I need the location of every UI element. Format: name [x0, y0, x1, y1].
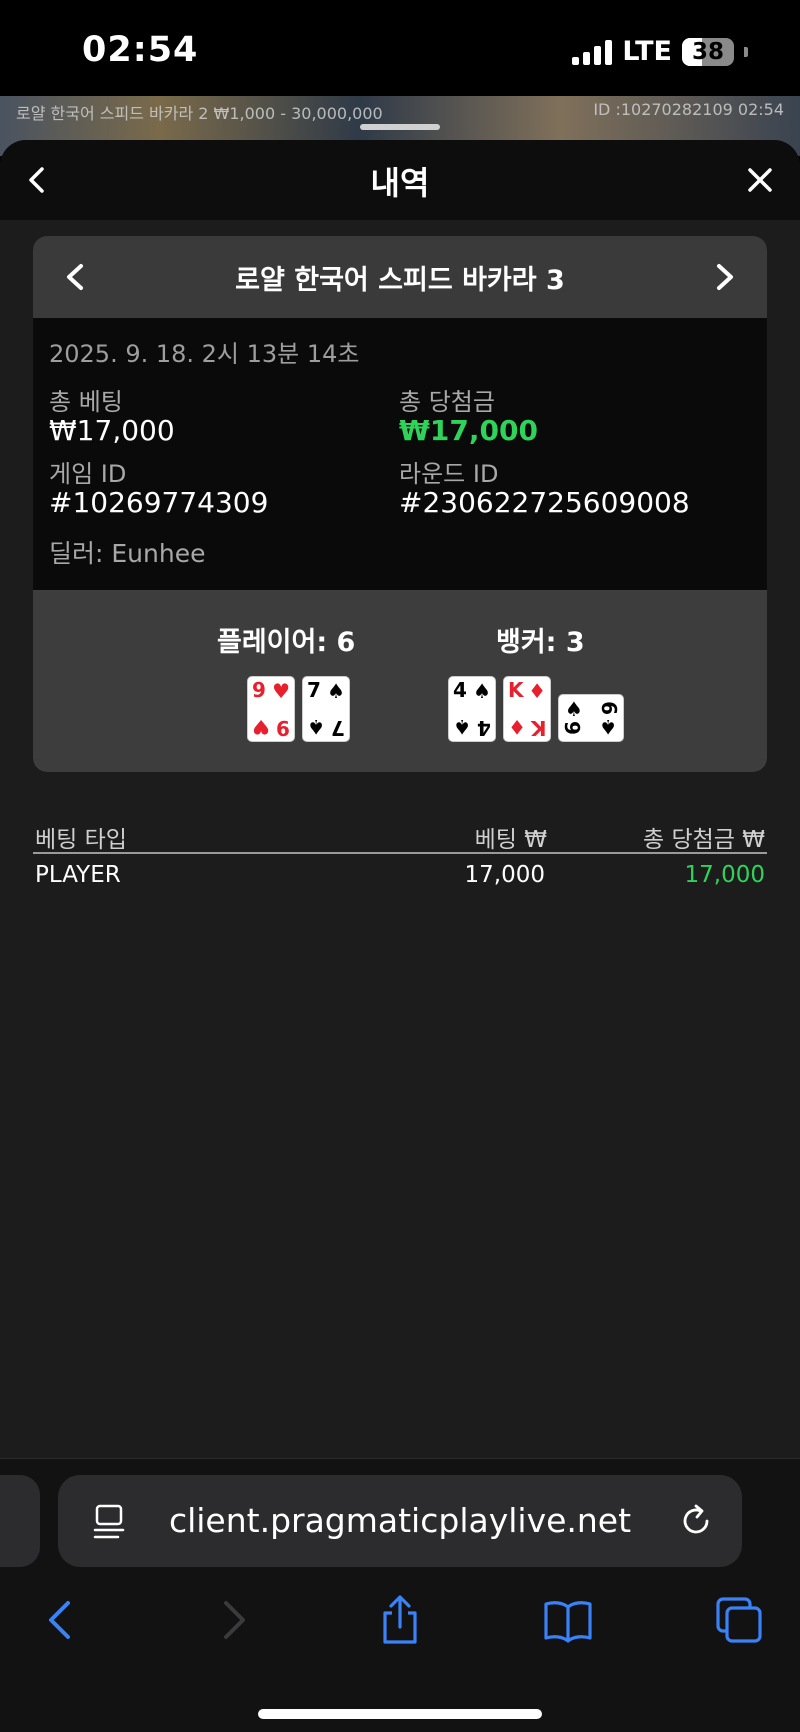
round-id-value: #230622725609008	[399, 486, 690, 519]
total-bet-value: ₩17,000	[49, 414, 175, 447]
history-sheet: 내역 로얄 한국어 스피드 바카라 3 2025. 9. 18. 2시 13분 …	[0, 140, 800, 1458]
game-nav: 로얄 한국어 스피드 바카라 3	[33, 236, 767, 318]
bets-table: 베팅 타입 베팅 ₩ 총 당첨금 ₩ PLAYER 17,000 17,000	[33, 810, 767, 898]
banker-card-2: K ♦ ♦ K	[503, 676, 551, 742]
network-type: LTE	[622, 36, 672, 67]
address-bar[interactable]: client.pragmaticplaylive.net	[58, 1475, 742, 1567]
close-icon[interactable]	[742, 162, 778, 198]
table-header: 베팅 타입 베팅 ₩ 총 당첨금 ₩	[33, 810, 767, 854]
previous-tab-peek[interactable]	[0, 1475, 40, 1567]
total-win-label: 총 당첨금	[399, 388, 495, 416]
game-id-label: 게임 ID	[49, 460, 127, 488]
row-bet-amount: 17,000	[464, 862, 545, 888]
background-game-id: ID :10270282109 02:54	[593, 100, 784, 119]
sheet-drag-handle[interactable]	[360, 124, 440, 130]
bookmarks-icon[interactable]	[543, 1595, 593, 1645]
game-round-card: 로얄 한국어 스피드 바카라 3 2025. 9. 18. 2시 13분 14초…	[33, 236, 767, 772]
player-score: 플레이어: 6	[217, 627, 356, 658]
background-game-title: 로얄 한국어 스피드 바카라 2 ₩1,000 - 30,000,000	[16, 104, 383, 123]
banker-card-1: 4 ♠ ♠ 4	[448, 676, 496, 742]
player-card-1: 9 ♥ ♥ 9	[247, 676, 295, 742]
game-id-value: #10269774309	[49, 486, 269, 519]
url-text[interactable]: client.pragmaticplaylive.net	[58, 1501, 742, 1540]
sheet-title: 내역	[370, 164, 430, 202]
battery-level: 38	[691, 38, 724, 65]
round-info: 2025. 9. 18. 2시 13분 14초 총 베팅 ₩17,000 총 당…	[33, 318, 767, 590]
dealer-name: 딜러: Eunhee	[49, 539, 206, 568]
round-date: 2025. 9. 18. 2시 13분 14초	[49, 340, 360, 368]
table-row: PLAYER 17,000 17,000	[33, 854, 767, 898]
row-bet-type: PLAYER	[35, 862, 121, 888]
total-bet-label: 총 베팅	[49, 388, 123, 416]
banker-card-3: 9 ♠ ♠ 9	[558, 694, 624, 742]
reload-icon[interactable]	[676, 1501, 716, 1541]
browser-back-icon[interactable]	[36, 1595, 86, 1645]
row-total-win: 17,000	[684, 862, 765, 888]
sheet-header: 내역	[0, 140, 800, 220]
round-id-label: 라운드 ID	[399, 460, 499, 488]
home-indicator	[258, 1709, 542, 1719]
signal-icon	[572, 39, 613, 65]
banker-score: 뱅커: 3	[496, 627, 585, 658]
header-bet-amount: 베팅 ₩	[474, 827, 547, 853]
status-indicators: LTE 38	[572, 36, 748, 67]
header-bet-type: 베팅 타입	[35, 827, 127, 853]
game-title: 로얄 한국어 스피드 바카라 3	[235, 265, 565, 296]
header-total-win: 총 당첨금 ₩	[642, 827, 765, 853]
total-win-value: ₩17,000	[399, 414, 538, 447]
player-card-2: 7 ♠ ♠ 7	[302, 676, 350, 742]
status-bar: 02:54 LTE 38	[0, 0, 800, 96]
status-time: 02:54	[82, 30, 199, 70]
battery-nub	[744, 46, 748, 57]
browser-chrome: client.pragmaticplaylive.net	[0, 1458, 800, 1732]
battery-icon: 38	[682, 37, 734, 66]
browser-forward-icon[interactable]	[208, 1595, 258, 1645]
round-result: 플레이어: 6 뱅커: 3 9 ♥ ♥ 9 7 ♠ ♠ 7 4 ♠ ♠ 4 K	[33, 590, 767, 772]
next-round-icon[interactable]	[705, 258, 743, 296]
share-icon[interactable]	[375, 1595, 425, 1645]
tabs-icon[interactable]	[714, 1595, 764, 1645]
